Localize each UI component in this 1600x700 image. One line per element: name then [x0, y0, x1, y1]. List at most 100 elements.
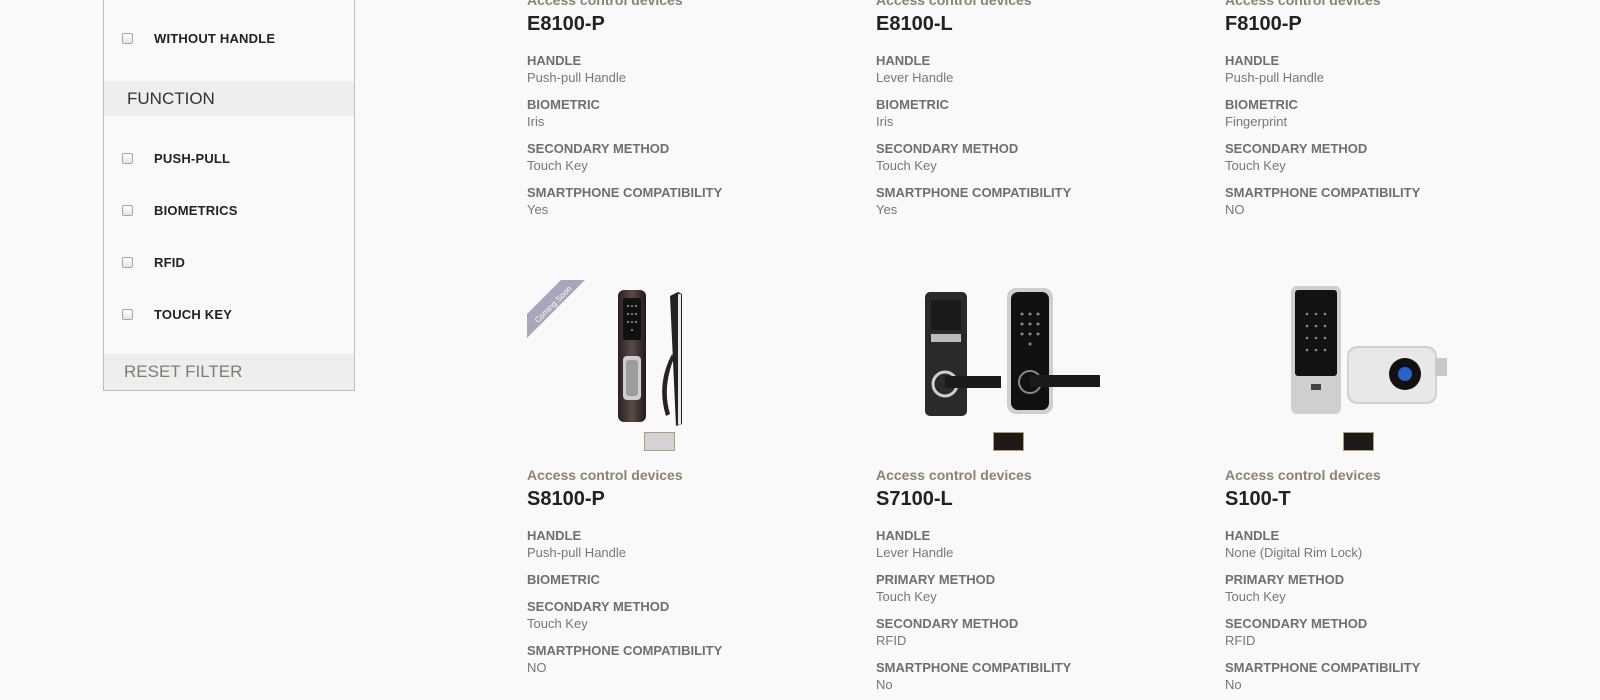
spec-handle: HANDLE Push-pull Handle: [527, 527, 857, 561]
product-card-s8100-p[interactable]: Access control devices S8100-P HANDLE Pus…: [527, 467, 857, 686]
product-category: Access control devices: [876, 0, 1032, 8]
product-specs: HANDLE None (Digital Rim Lock) PRIMARY ME…: [1225, 527, 1555, 693]
spec-label: BIOMETRIC: [527, 97, 600, 112]
color-swatch-black[interactable]: [1343, 432, 1374, 451]
filter-option-label[interactable]: WITHOUT HANDLE: [154, 31, 275, 46]
spec-value: Iris: [876, 114, 894, 129]
spec-value: Iris: [527, 114, 545, 129]
spec-label: HANDLE: [876, 53, 931, 68]
spec-smartphone: SMARTPHONE COMPATIBILITY Yes: [876, 184, 1206, 218]
color-swatch-silver[interactable]: [644, 432, 675, 451]
spec-value: Touch Key: [527, 158, 588, 173]
spec-secondary-method: SECONDARY METHOD RFID: [1225, 615, 1555, 649]
function-section-heading: FUNCTION: [104, 81, 354, 116]
spec-value: No: [876, 677, 893, 692]
product-specs: HANDLE Push-pull Handle BIOMETRIC Iris SEC…: [527, 52, 857, 218]
product-model[interactable]: S100-T: [1225, 487, 1555, 511]
spec-biometric: BIOMETRIC Iris: [527, 96, 857, 130]
spec-biometric: BIOMETRIC: [527, 571, 857, 588]
filter-option-label[interactable]: TOUCH KEY: [154, 307, 232, 322]
filter-option-label[interactable]: BIOMETRICS: [154, 203, 238, 218]
spec-label: SMARTPHONE COMPATIBILITY: [527, 643, 723, 658]
spec-label: SECONDARY METHOD: [1225, 141, 1368, 156]
product-card-e8100-l[interactable]: Access control devices E8100-L HANDLE Lev…: [876, 0, 1206, 228]
product-category: Access control devices: [1225, 467, 1381, 483]
spec-value: Touch Key: [1225, 158, 1286, 173]
product-model[interactable]: E8100-P: [527, 12, 857, 36]
spec-value: Touch Key: [876, 158, 937, 173]
spec-label: HANDLE: [527, 53, 582, 68]
filter-option-label[interactable]: PUSH-PULL: [154, 151, 230, 166]
product-model[interactable]: F8100-P: [1225, 12, 1555, 36]
product-card-e8100-p[interactable]: Access control devices E8100-P HANDLE Pus…: [527, 0, 857, 228]
spec-biometric: BIOMETRIC Fingerprint: [1225, 96, 1555, 130]
filter-option-push-pull[interactable]: PUSH-PULL: [122, 148, 230, 168]
spec-value: Push-pull Handle: [527, 70, 627, 85]
spec-label: SECONDARY METHOD: [527, 599, 670, 614]
spec-secondary-method: SECONDARY METHOD Touch Key: [527, 140, 857, 174]
spec-label: HANDLE: [1225, 528, 1280, 543]
spec-secondary-method: SECONDARY METHOD Touch Key: [1225, 140, 1555, 174]
product-model[interactable]: S7100-L: [876, 487, 1206, 511]
spec-label: SECONDARY METHOD: [527, 141, 670, 156]
s100-t-product-image[interactable]: [1283, 284, 1483, 434]
product-category: Access control devices: [1225, 0, 1381, 8]
without-handle-checkbox[interactable]: [122, 32, 133, 44]
product-specs: HANDLE Lever Handle BIOMETRIC Iris SECONDA…: [876, 52, 1206, 218]
spec-secondary-method: SECONDARY METHOD Touch Key: [876, 140, 1206, 174]
filter-sidebar: WITHOUT HANDLE FUNCTION PUSH-PULL BIOMET…: [103, 0, 355, 391]
spec-label: BIOMETRIC: [1225, 97, 1298, 112]
spec-label: PRIMARY METHOD: [876, 572, 996, 587]
spec-value: Touch Key: [876, 589, 937, 604]
filter-option-biometrics[interactable]: BIOMETRICS: [122, 200, 237, 220]
spec-smartphone: SMARTPHONE COMPATIBILITY Yes: [527, 184, 857, 218]
color-swatch-black[interactable]: [993, 432, 1024, 451]
s8100-p-product-image[interactable]: [578, 284, 778, 434]
product-model[interactable]: S8100-P: [527, 487, 857, 511]
spec-label: BIOMETRIC: [527, 572, 600, 587]
spec-secondary-method: SECONDARY METHOD Touch Key: [527, 598, 857, 632]
product-model[interactable]: E8100-L: [876, 12, 1206, 36]
spec-label: SECONDARY METHOD: [876, 141, 1019, 156]
touch-key-checkbox[interactable]: [122, 308, 133, 320]
filter-option-touch-key[interactable]: TOUCH KEY: [122, 304, 232, 324]
coming-soon-ribbon: Coming Soon: [527, 280, 585, 338]
spec-value: NO: [527, 660, 547, 675]
spec-smartphone: SMARTPHONE COMPATIBILITY No: [1225, 659, 1555, 693]
spec-handle: HANDLE None (Digital Rim Lock): [1225, 527, 1555, 561]
push-pull-checkbox[interactable]: [122, 152, 133, 164]
product-category: Access control devices: [527, 0, 683, 8]
spec-value: Yes: [876, 202, 898, 217]
filter-option-label[interactable]: RFID: [154, 255, 185, 270]
spec-smartphone: SMARTPHONE COMPATIBILITY NO: [1225, 184, 1555, 218]
product-card-f8100-p[interactable]: Access control devices F8100-P HANDLE Pus…: [1225, 0, 1555, 228]
spec-biometric: BIOMETRIC Iris: [876, 96, 1206, 130]
biometrics-checkbox[interactable]: [122, 204, 133, 216]
spec-value: Lever Handle: [876, 545, 954, 560]
spec-label: BIOMETRIC: [876, 97, 949, 112]
spec-value: Touch Key: [1225, 589, 1286, 604]
spec-value: NO: [1225, 202, 1245, 217]
product-category: Access control devices: [527, 467, 683, 483]
spec-value: Lever Handle: [876, 70, 954, 85]
spec-label: SMARTPHONE COMPATIBILITY: [876, 185, 1072, 200]
spec-smartphone: SMARTPHONE COMPATIBILITY NO: [527, 642, 857, 676]
spec-value: Yes: [527, 202, 549, 217]
filter-option-without-handle[interactable]: WITHOUT HANDLE: [122, 28, 275, 48]
spec-handle: HANDLE Lever Handle: [876, 52, 1206, 86]
reset-filter-button[interactable]: RESET FILTER: [104, 354, 354, 390]
product-specs: HANDLE Lever Handle PRIMARY METHOD Touch K…: [876, 527, 1206, 693]
spec-value: Touch Key: [527, 616, 588, 631]
s7100-l-product-image[interactable]: [925, 284, 1125, 434]
spec-label: SECONDARY METHOD: [876, 616, 1019, 631]
product-category: Access control devices: [876, 467, 1032, 483]
product-card-s7100-l[interactable]: Access control devices S7100-L HANDLE Lev…: [876, 467, 1206, 700]
spec-handle: HANDLE Push-pull Handle: [527, 52, 857, 86]
spec-handle: HANDLE Push-pull Handle: [1225, 52, 1555, 86]
spec-label: SMARTPHONE COMPATIBILITY: [1225, 660, 1421, 675]
rfid-checkbox[interactable]: [122, 256, 133, 268]
spec-value: RFID: [876, 633, 907, 648]
filter-option-rfid[interactable]: RFID: [122, 252, 185, 272]
product-card-s100-t[interactable]: Access control devices S100-T HANDLE None…: [1225, 467, 1555, 700]
spec-primary-method: PRIMARY METHOD Touch Key: [876, 571, 1206, 605]
